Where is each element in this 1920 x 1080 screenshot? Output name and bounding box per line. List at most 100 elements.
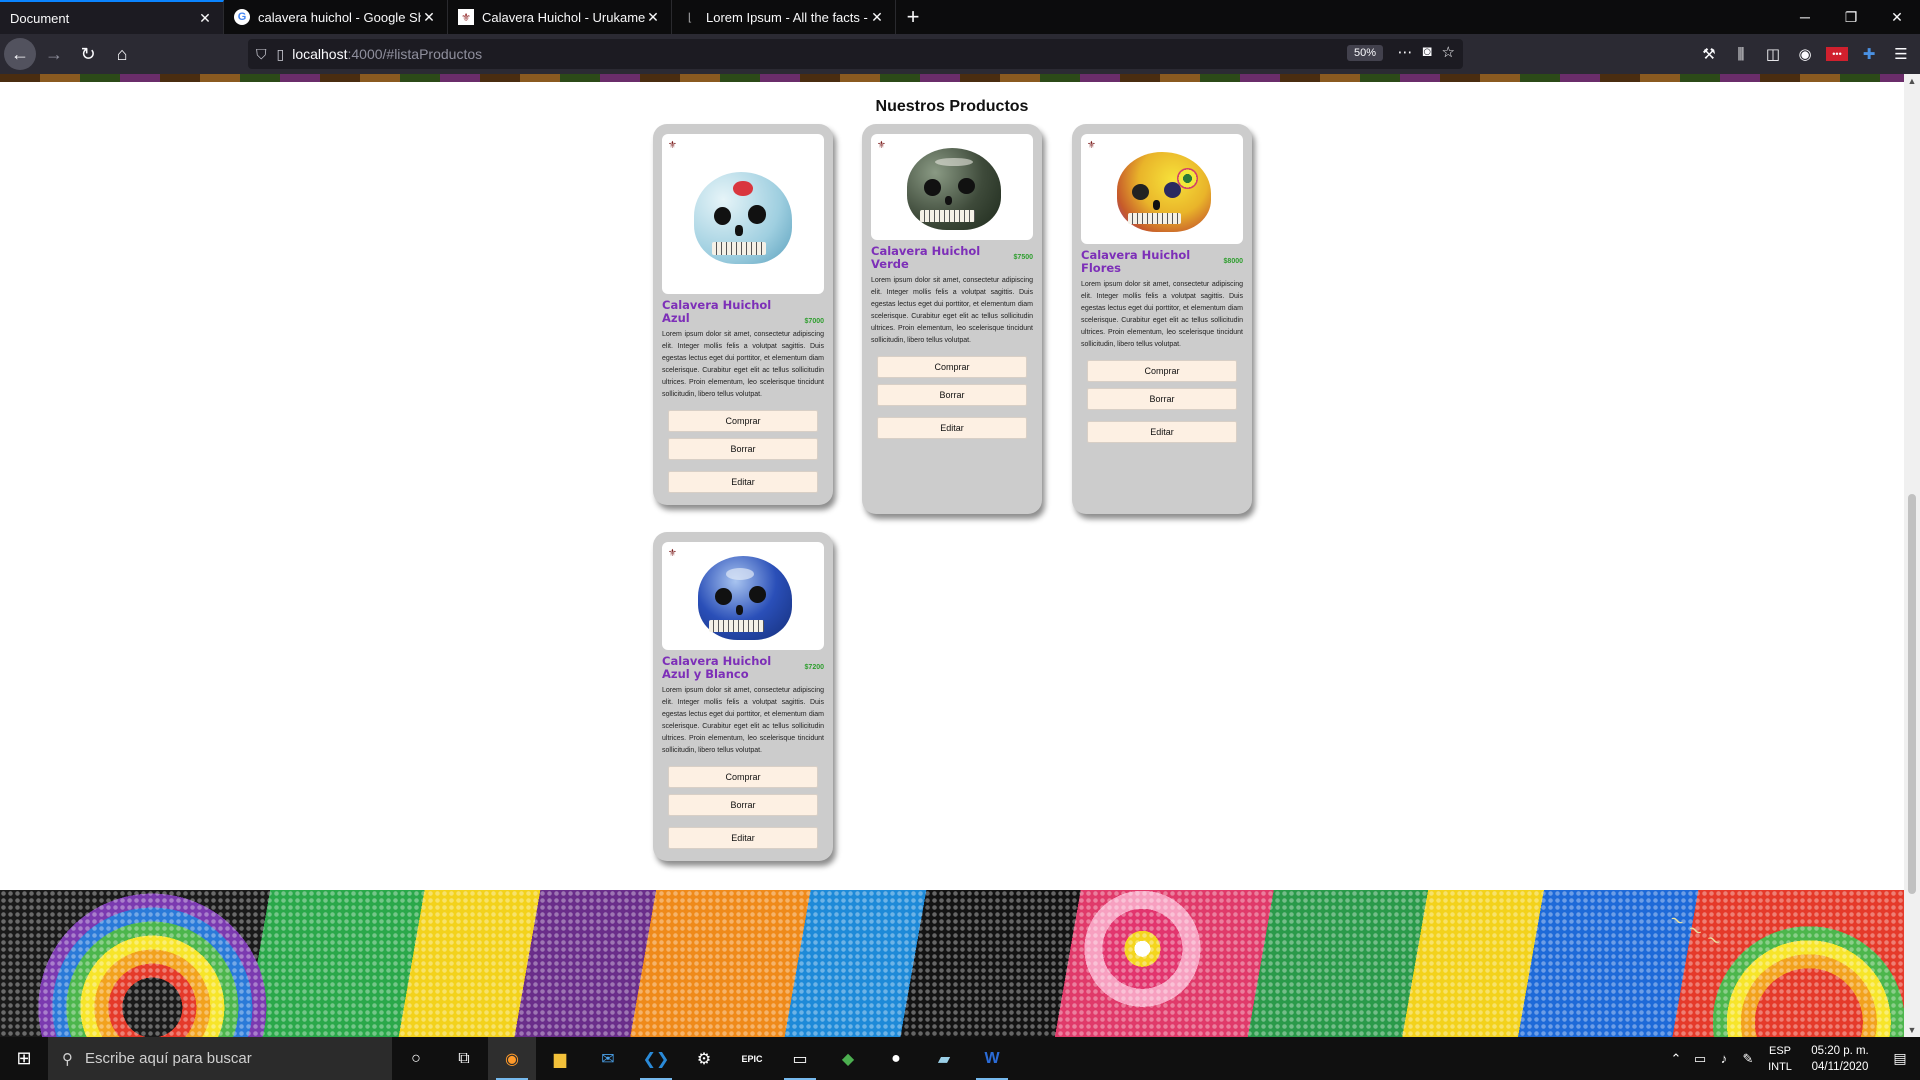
language-indicator[interactable]: ESP INTL [1760, 1043, 1800, 1075]
edit-button[interactable]: Editar [668, 471, 818, 493]
tab-lipsum[interactable]: ⌊ Lorem Ipsum - All the facts - Li ✕ [672, 0, 896, 34]
tab-document[interactable]: Document ✕ [0, 0, 224, 34]
product-name: Calavera Huichol Flores [1081, 248, 1191, 275]
buy-button[interactable]: Comprar [877, 356, 1027, 378]
product-header: Calavera Huichol Azul $7000 [662, 299, 824, 326]
app-circle-icon[interactable]: ● [872, 1037, 920, 1080]
minimize-icon[interactable]: ─ [1782, 0, 1828, 34]
terminal-icon[interactable]: ▭ [776, 1037, 824, 1080]
header-banner-edge [0, 74, 1904, 82]
brand-logo-icon: ⚜ [668, 548, 677, 559]
network-icon[interactable]: ▭ [1688, 1051, 1712, 1067]
tab-urukame[interactable]: ⚜ Calavera Huichol - Urukame | A ✕ [448, 0, 672, 34]
notes-icon[interactable]: ▰ [920, 1037, 968, 1080]
close-window-icon[interactable]: ✕ [1874, 0, 1920, 34]
buy-button[interactable]: Comprar [668, 766, 818, 788]
address-bar[interactable]: ⛉ ▯ localhost:4000/#listaProductos 50% ⋯… [248, 39, 1463, 69]
file-explorer-icon[interactable]: ▆ [536, 1037, 584, 1080]
close-icon[interactable]: ✕ [869, 9, 885, 26]
steam-icon[interactable]: ⚙ [680, 1037, 728, 1080]
product-image: ⚜ [662, 134, 824, 294]
reload-icon[interactable]: ↻ [72, 38, 104, 70]
sidebar-icon[interactable]: ◫ [1762, 45, 1784, 63]
extension-red-icon[interactable]: ••• [1826, 47, 1848, 61]
tray-chevron-icon[interactable]: ⌃ [1664, 1051, 1688, 1067]
mongodb-icon[interactable]: ◆ [824, 1037, 872, 1080]
product-header: Calavera Huichol Azul y Blanco $7200 [662, 655, 824, 681]
cortana-icon[interactable]: ○ [392, 1037, 440, 1080]
urukame-icon: ⚜ [458, 9, 474, 25]
delete-button[interactable]: Borrar [1087, 388, 1237, 410]
product-price: $7200 [804, 664, 824, 671]
product-card: ⚜ Calavera Huichol Azul y Blanco $7200 L… [653, 532, 833, 861]
forward-icon[interactable]: → [38, 38, 70, 70]
extension-blue-icon[interactable]: ✚ [1858, 45, 1880, 63]
buy-button[interactable]: Comprar [1087, 360, 1237, 382]
vscode-icon[interactable]: ❮❯ [632, 1037, 680, 1080]
firefox-icon[interactable]: ◉ [488, 1037, 536, 1080]
delete-button[interactable]: Borrar [668, 438, 818, 460]
back-icon[interactable]: ← [4, 38, 36, 70]
library-icon[interactable]: ⫼ [1730, 46, 1752, 63]
product-card: ⚜ Calavera Huichol Azul $7000 Lorem ipsu… [653, 124, 833, 505]
navigation-toolbar: ← → ↻ ⌂ ⛉ ▯ localhost:4000/#listaProduct… [0, 34, 1920, 74]
edit-button[interactable]: Editar [1087, 421, 1237, 443]
product-header: Calavera Huichol Verde $7500 [871, 245, 1033, 271]
scroll-up-icon[interactable]: ▲ [1904, 76, 1920, 86]
pen-icon[interactable]: ✎ [1736, 1051, 1760, 1067]
footer-script-decoration: ~ ~ ~ [1665, 907, 1726, 954]
skull-image [694, 172, 792, 264]
page-title: Nuestros Productos [875, 98, 1029, 115]
close-icon[interactable]: ✕ [197, 10, 213, 27]
word-icon[interactable]: W [968, 1037, 1016, 1080]
url-path: :4000/#listaProductos [347, 46, 483, 62]
zoom-indicator[interactable]: 50% [1346, 45, 1383, 61]
new-tab-button[interactable]: + [896, 0, 930, 34]
search-icon: ⚲ [62, 1050, 73, 1068]
product-card: ⚜ Calavera Huichol Verde $7500 Lorem ips… [862, 124, 1042, 514]
clock[interactable]: 05:20 p. m. 04/11/2020 [1800, 1043, 1880, 1075]
close-icon[interactable]: ✕ [421, 9, 437, 26]
tab-google-shopping[interactable]: G calavera huichol - Google Shop ✕ [224, 0, 448, 34]
bookmark-star-icon[interactable]: ☆ [1442, 43, 1455, 61]
close-icon[interactable]: ✕ [645, 9, 661, 26]
edit-button[interactable]: Editar [877, 417, 1027, 439]
scroll-down-icon[interactable]: ▼ [1904, 1025, 1920, 1035]
tab-title: Calavera Huichol - Urukame | A [482, 9, 645, 25]
delete-button[interactable]: Borrar [877, 384, 1027, 406]
url-actions: ⋯ ◙ ☆ [1397, 43, 1455, 61]
buy-button[interactable]: Comprar [668, 410, 818, 432]
windows-taskbar: ⊞ ⚲ Escribe aquí para buscar ○ ⧉ ◉ ▆ ✉ ❮… [0, 1037, 1920, 1080]
scrollbar-thumb[interactable] [1908, 494, 1916, 894]
wrench-icon[interactable]: ⚒ [1698, 45, 1720, 63]
volume-icon[interactable]: ♪ [1712, 1051, 1736, 1066]
task-view-icon[interactable]: ⧉ [440, 1037, 488, 1080]
product-description: Lorem ipsum dolor sit amet, consectetur … [662, 687, 824, 754]
shield-icon[interactable]: ⛉ [256, 46, 267, 63]
brand-logo-icon: ⚜ [668, 140, 677, 151]
restore-icon[interactable]: ❐ [1828, 0, 1874, 34]
menu-icon[interactable]: ☰ [1890, 45, 1912, 63]
product-description: Lorem ipsum dolor sit amet, consectetur … [1081, 281, 1243, 348]
window-controls: ─ ❐ ✕ [1782, 0, 1920, 34]
edit-button[interactable]: Editar [668, 827, 818, 849]
tab-title: calavera huichol - Google Shop [258, 9, 421, 25]
more-actions-icon[interactable]: ⋯ [1397, 43, 1412, 61]
mail-icon[interactable]: ✉ [584, 1037, 632, 1080]
account-icon[interactable]: ◉ [1794, 45, 1816, 63]
home-icon[interactable]: ⌂ [106, 38, 138, 70]
notifications-icon[interactable]: ▤ [1880, 1050, 1920, 1067]
product-price: $8000 [1223, 258, 1243, 265]
delete-button[interactable]: Borrar [668, 794, 818, 816]
product-description: Lorem ipsum dolor sit amet, consectetur … [871, 277, 1033, 344]
epic-games-icon[interactable]: EPIC [728, 1037, 776, 1080]
product-price: $7500 [1013, 254, 1033, 261]
lang-line-1: ESP [1768, 1044, 1791, 1057]
skull-image [698, 556, 792, 640]
url-host: localhost [292, 46, 348, 62]
windows-start-icon[interactable]: ⊞ [0, 1037, 48, 1080]
tab-title: Document [10, 10, 70, 26]
taskbar-search[interactable]: ⚲ Escribe aquí para buscar [48, 1037, 392, 1080]
pocket-icon[interactable]: ◙ [1422, 43, 1431, 61]
page-scrollbar[interactable]: ▲ ▼ [1904, 74, 1920, 1037]
